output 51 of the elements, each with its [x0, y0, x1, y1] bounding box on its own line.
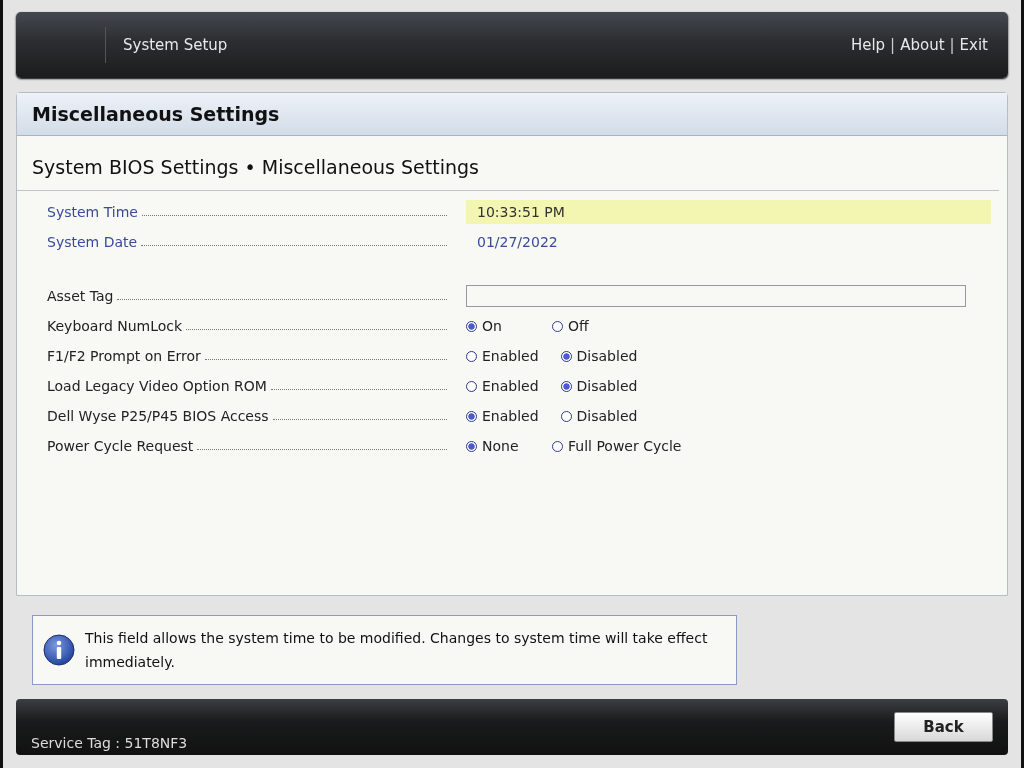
- asset-tag-field[interactable]: [466, 285, 966, 307]
- info-icon: [43, 634, 75, 666]
- app-title: System Setup: [123, 36, 228, 54]
- setting-label: System Date: [47, 234, 138, 250]
- link-separator: |: [949, 36, 955, 54]
- setting-label: Keyboard NumLock: [47, 318, 183, 334]
- radio-option[interactable]: Off: [552, 318, 616, 334]
- setting-label: Load Legacy Video Option ROM: [47, 378, 267, 394]
- header-link[interactable]: Exit: [959, 36, 988, 54]
- radio-option[interactable]: None: [466, 438, 530, 454]
- radio-button[interactable]: [466, 380, 477, 392]
- setting-value[interactable]: 10:33:51 PM: [466, 200, 991, 224]
- breadcrumb: System BIOS Settings • Miscellaneous Settings: [32, 156, 480, 180]
- radio-option[interactable]: Disabled: [560, 408, 638, 424]
- radio-option[interactable]: Enabled: [466, 408, 539, 424]
- option-label: On: [482, 318, 502, 334]
- help-text: This field allows the system time to be modified. Changes to system time will take effect immediately.: [85, 629, 709, 672]
- radio-button[interactable]: [466, 320, 477, 332]
- option-label: Enabled: [482, 408, 539, 424]
- radio-button[interactable]: [560, 410, 572, 422]
- radio-button[interactable]: [552, 320, 563, 332]
- radio-option[interactable]: Enabled: [466, 378, 539, 394]
- setting-label: Power Cycle Request: [47, 438, 194, 454]
- panel-title: Miscellaneous Settings: [32, 103, 280, 125]
- radio-option[interactable]: Disabled: [560, 348, 638, 364]
- radio-option[interactable]: Disabled: [560, 378, 638, 394]
- setting-label: F1/F2 Prompt on Error: [47, 348, 201, 364]
- back-button[interactable]: Back: [894, 712, 993, 742]
- radio-button[interactable]: [552, 440, 563, 452]
- option-label: None: [482, 438, 519, 454]
- radio-button[interactable]: [560, 350, 572, 362]
- radio-option[interactable]: On: [466, 318, 530, 334]
- setting-label: System Time: [47, 204, 138, 220]
- option-label: Off: [568, 318, 589, 334]
- header-link[interactable]: About: [900, 36, 945, 54]
- option-label: Enabled: [482, 378, 539, 394]
- option-label: Disabled: [576, 408, 638, 424]
- setting-label: Asset Tag: [47, 288, 114, 304]
- option-label: Disabled: [576, 348, 638, 364]
- setting-value[interactable]: 01/27/2022: [466, 230, 991, 254]
- setting-label: Dell Wyse P25/P45 BIOS Access: [47, 408, 269, 424]
- radio-button[interactable]: [466, 410, 477, 422]
- radio-button[interactable]: [560, 380, 572, 392]
- option-label: Enabled: [482, 348, 539, 364]
- radio-option[interactable]: Enabled: [466, 348, 539, 364]
- service-tag: Service Tag : 51T8NF3: [31, 735, 188, 751]
- radio-button[interactable]: [466, 350, 477, 362]
- header-link[interactable]: Help: [850, 36, 886, 54]
- option-label: Disabled: [576, 378, 638, 394]
- link-separator: |: [890, 36, 896, 54]
- radio-button[interactable]: [466, 440, 477, 452]
